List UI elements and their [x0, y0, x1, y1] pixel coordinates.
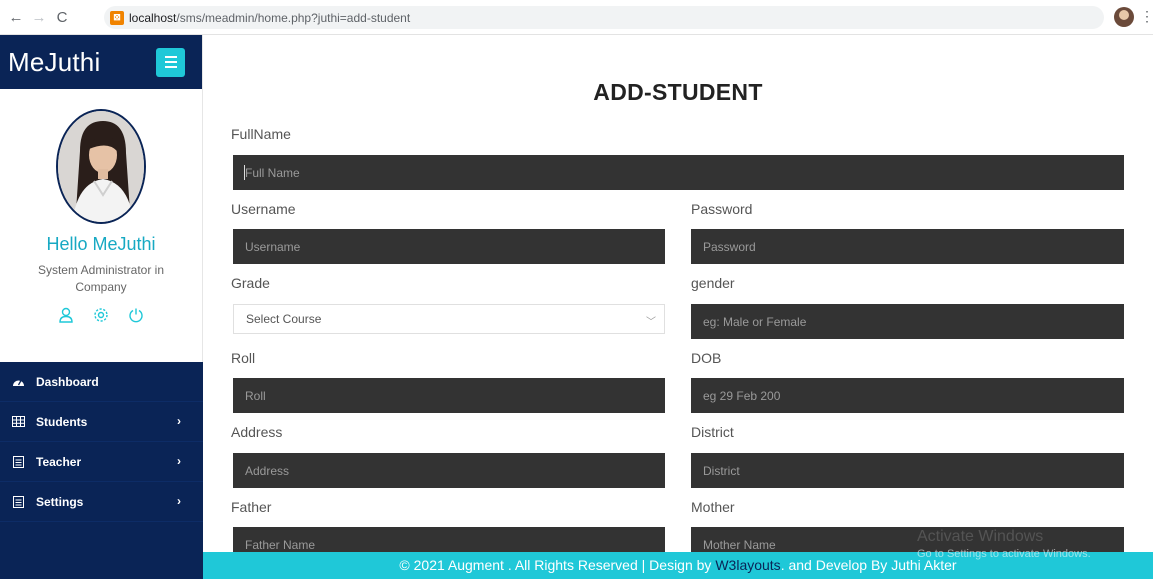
sidebar: MeJuthi Hello MeJuthi System Administrat… — [0, 35, 203, 579]
menu-toggle-button[interactable] — [156, 47, 185, 77]
reload-icon[interactable]: C — [52, 7, 72, 27]
sidebar-item-settings[interactable]: Settings › — [0, 482, 203, 522]
fullname-placeholder: Full Name — [245, 165, 300, 180]
footer-link[interactable]: W3layouts — [715, 557, 780, 573]
district-placeholder: District — [703, 463, 740, 478]
sidebar-item-label: Settings — [36, 494, 84, 509]
grade-label: Grade — [231, 275, 270, 291]
sidebar-header: MeJuthi — [0, 35, 202, 89]
grade-select[interactable]: Select Course ﹀ — [233, 304, 665, 334]
text-cursor — [244, 165, 245, 180]
address-label: Address — [231, 424, 283, 440]
fullname-label: FullName — [231, 126, 291, 142]
roll-input[interactable]: Roll — [233, 378, 665, 413]
address-placeholder: Address — [245, 463, 290, 478]
mother-placeholder: Mother Name — [703, 537, 776, 552]
sidebar-item-teacher[interactable]: Teacher › — [0, 442, 203, 482]
chevron-right-icon: › — [177, 454, 181, 468]
chevron-right-icon: › — [177, 414, 181, 428]
chevron-down-icon: ﹀ — [646, 317, 656, 328]
power-icon[interactable] — [127, 306, 145, 324]
main-content: ADD-STUDENT FullName Full Name Username … — [203, 35, 1153, 579]
app-logo[interactable]: MeJuthi — [8, 47, 100, 78]
roll-label: Roll — [231, 350, 256, 366]
profile-photo — [56, 109, 146, 224]
username-placeholder: Username — [245, 239, 301, 254]
footer-text: © 2021 Augment . All Rights Reserved | D… — [399, 557, 716, 573]
mother-label: Mother — [691, 499, 735, 515]
address-bar[interactable]: ⊠ localhost/sms/meadmin/home.php?juthi=a… — [104, 6, 1104, 29]
browser-toolbar: ← → C ⊠ localhost/sms/meadmin/home.php?j… — [0, 0, 1153, 35]
sidebar-item-students[interactable]: Students › — [0, 402, 203, 442]
activation-watermark-hint: Go to Settings to activate Windows. — [917, 548, 1091, 560]
password-label: Password — [691, 201, 753, 217]
chevron-right-icon: › — [177, 494, 181, 508]
dob-label: DOB — [691, 350, 722, 366]
fullname-input[interactable]: Full Name — [233, 155, 1124, 190]
page-title: ADD-STUDENT — [593, 79, 763, 105]
dob-input[interactable]: eg 29 Feb 200 — [691, 378, 1124, 413]
password-input[interactable]: Password — [691, 229, 1124, 264]
gear-icon[interactable] — [92, 306, 110, 324]
gender-placeholder: eg: Male or Female — [703, 314, 807, 329]
sidebar-item-dashboard[interactable]: Dashboard — [0, 362, 203, 402]
dashboard-icon — [11, 376, 25, 388]
district-input[interactable]: District — [691, 453, 1124, 488]
browser-menu-icon[interactable]: ⋮ — [1140, 9, 1153, 23]
sidebar-nav: Dashboard Students › Teacher › Settings … — [0, 362, 203, 579]
document-icon — [11, 495, 25, 508]
password-placeholder: Password — [703, 239, 756, 254]
grade-selected-value: Select Course — [246, 312, 322, 326]
father-label: Father — [231, 499, 272, 515]
profile-quick-actions — [0, 306, 202, 324]
sidebar-item-label: Teacher — [36, 454, 82, 469]
back-icon[interactable]: ← — [6, 7, 26, 27]
gender-input[interactable]: eg: Male or Female — [691, 304, 1124, 339]
site-favicon-icon: ⊠ — [110, 10, 124, 25]
table-icon — [11, 416, 25, 427]
user-role: System Administrator in Company — [37, 263, 165, 294]
greeting-heading: Hello MeJuthi — [46, 234, 156, 254]
profile-avatar-icon[interactable] — [1114, 7, 1134, 27]
document-icon — [11, 455, 25, 468]
url-text: localhost/sms/meadmin/home.php?juthi=add… — [129, 10, 411, 25]
sidebar-item-label: Students — [36, 414, 88, 429]
user-icon[interactable] — [57, 306, 75, 324]
forward-icon[interactable]: → — [29, 7, 49, 27]
district-label: District — [691, 424, 734, 440]
dob-placeholder: eg 29 Feb 200 — [703, 388, 781, 403]
sidebar-item-label: Dashboard — [36, 374, 99, 389]
gender-label: gender — [691, 275, 735, 291]
username-label: Username — [231, 201, 296, 217]
username-input[interactable]: Username — [233, 229, 665, 264]
roll-placeholder: Roll — [245, 388, 266, 403]
activation-watermark-title: Activate Windows — [917, 528, 1044, 545]
father-placeholder: Father Name — [245, 537, 316, 552]
address-input[interactable]: Address — [233, 453, 665, 488]
